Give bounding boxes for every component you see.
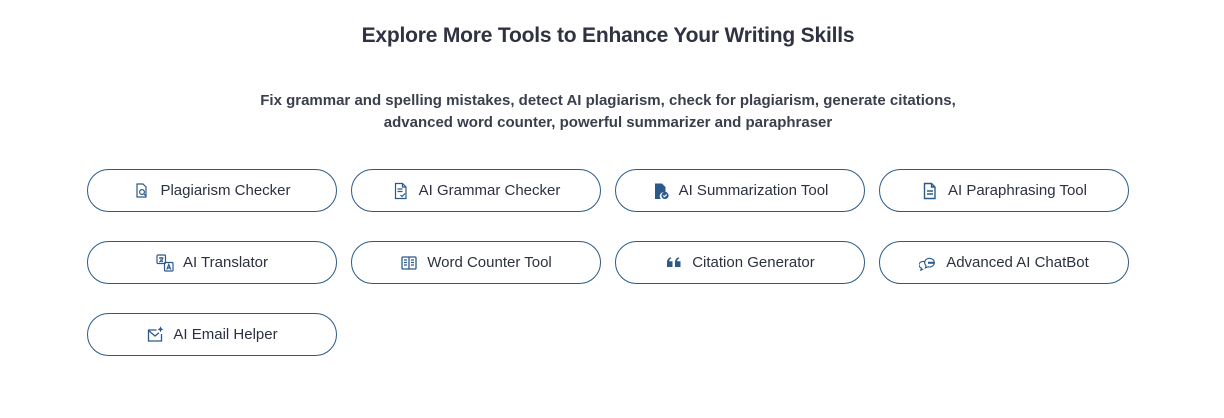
search-document-icon [133,182,151,200]
quote-icon [665,254,683,272]
ai-email-helper-button[interactable]: AI Email Helper [87,313,337,356]
ai-summarization-tool-button[interactable]: AI Summarization Tool [615,169,865,212]
ai-grammar-checker-button[interactable]: AI Grammar Checker [351,169,601,212]
page-description: Fix grammar and spelling mistakes, detec… [0,90,1216,134]
tool-label: AI Summarization Tool [678,182,829,199]
envelope-star-icon [146,325,164,344]
tool-label: Citation Generator [692,254,815,271]
advanced-ai-chatbot-button[interactable]: Advanced AI ChatBot [879,241,1129,284]
tool-label: AI Paraphrasing Tool [948,182,1087,199]
file-check-icon [652,182,670,200]
tool-label: AI Email Helper [173,326,278,343]
document-check-icon [392,182,410,200]
chat-bubbles-icon [919,254,937,272]
book-icon [400,254,418,272]
tool-label: AI Translator [182,254,269,271]
description-line-1: Fix grammar and spelling mistakes, detec… [260,92,956,109]
ai-translator-button[interactable]: AI Translator [87,241,337,284]
tool-label: Plagiarism Checker [160,182,291,199]
tools-grid: Plagiarism Checker AI Grammar Checker AI… [87,169,1131,356]
tool-label: Advanced AI ChatBot [946,254,1089,271]
tool-label: Word Counter Tool [427,254,552,271]
ai-paraphrasing-tool-button[interactable]: AI Paraphrasing Tool [879,169,1129,212]
tool-label: AI Grammar Checker [418,182,561,199]
translate-icon [156,253,174,272]
citation-generator-button[interactable]: Citation Generator [615,241,865,284]
description-line-2: advanced word counter, powerful summariz… [383,114,833,131]
plagiarism-checker-button[interactable]: Plagiarism Checker [87,169,337,212]
word-counter-tool-button[interactable]: Word Counter Tool [351,241,601,284]
page-title: Explore More Tools to Enhance Your Writi… [361,24,855,47]
document-lines-icon [921,182,939,200]
